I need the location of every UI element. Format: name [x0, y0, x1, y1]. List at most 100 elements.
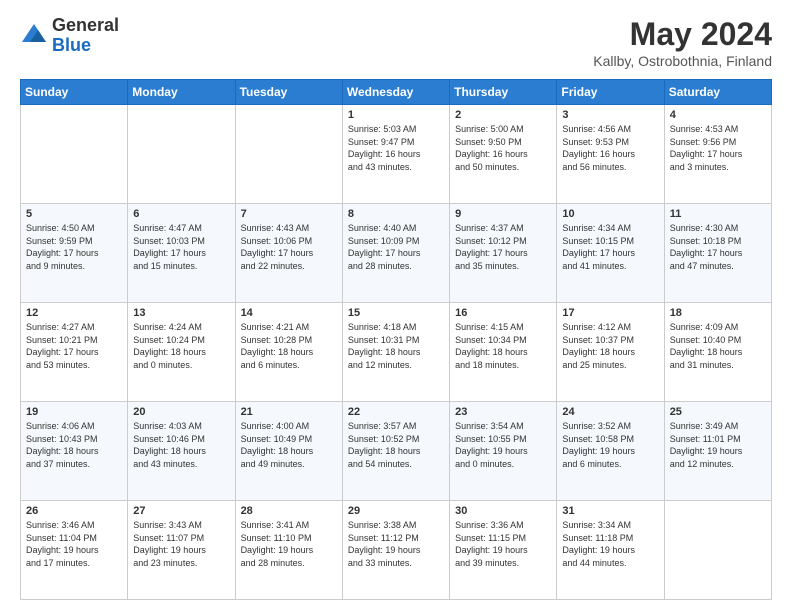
logo-blue: Blue [52, 36, 119, 56]
col-sunday: Sunday [21, 80, 128, 105]
calendar-day-cell: 29 Sunrise: 3:38 AMSunset: 11:12 PMDaylig… [342, 501, 449, 600]
day-number: 27 [133, 505, 229, 517]
day-info: Sunrise: 4:37 AMSunset: 10:12 PMDaylight… [455, 222, 551, 272]
title-area: May 2024 Kallby, Ostrobothnia, Finland [593, 16, 772, 69]
day-number: 8 [348, 208, 444, 220]
calendar-header-row: Sunday Monday Tuesday Wednesday Thursday… [21, 80, 772, 105]
day-number: 21 [241, 406, 337, 418]
day-number: 1 [348, 109, 444, 121]
day-number: 18 [670, 307, 766, 319]
day-number: 12 [26, 307, 122, 319]
day-info: Sunrise: 4:47 AMSunset: 10:03 PMDaylight… [133, 222, 229, 272]
col-thursday: Thursday [450, 80, 557, 105]
day-info: Sunrise: 4:30 AMSunset: 10:18 PMDaylight… [670, 222, 766, 272]
day-info: Sunrise: 5:03 AMSunset: 9:47 PMDaylight:… [348, 123, 444, 173]
day-number: 24 [562, 406, 658, 418]
calendar-week-row: 5 Sunrise: 4:50 AMSunset: 9:59 PMDaylight… [21, 204, 772, 303]
calendar-day-cell: 23Sunrise: 3:54 AMSunset: 10:55 PMDaylig… [450, 402, 557, 501]
day-number: 31 [562, 505, 658, 517]
day-info: Sunrise: 4:40 AMSunset: 10:09 PMDaylight… [348, 222, 444, 272]
calendar-day-cell: 4 Sunrise: 4:53 AMSunset: 9:56 PMDaylight… [664, 105, 771, 204]
day-number: 17 [562, 307, 658, 319]
subtitle: Kallby, Ostrobothnia, Finland [593, 53, 772, 69]
day-number: 29 [348, 505, 444, 517]
calendar-day-cell: 22 Sunrise: 3:57 AMSunset: 10:52 PMDaylig… [342, 402, 449, 501]
calendar-day-cell: 18 Sunrise: 4:09 AMSunset: 10:40 PMDaylig… [664, 303, 771, 402]
day-info: Sunrise: 3:36 AMSunset: 11:15 PMDaylight… [455, 519, 551, 569]
day-number: 16 [455, 307, 551, 319]
col-tuesday: Tuesday [235, 80, 342, 105]
day-info: Sunrise: 4:03 AMSunset: 10:46 PMDaylight… [133, 420, 229, 470]
calendar-day-cell: 9Sunrise: 4:37 AMSunset: 10:12 PMDayligh… [450, 204, 557, 303]
day-info: Sunrise: 3:49 AMSunset: 11:01 PMDaylight… [670, 420, 766, 470]
calendar-day-cell: 3 Sunrise: 4:56 AMSunset: 9:53 PMDaylight… [557, 105, 664, 204]
logo-icon [20, 22, 48, 50]
col-saturday: Saturday [664, 80, 771, 105]
calendar-day-cell: 1 Sunrise: 5:03 AMSunset: 9:47 PMDaylight… [342, 105, 449, 204]
day-number: 25 [670, 406, 766, 418]
logo-text: General Blue [52, 16, 119, 56]
day-info: Sunrise: 4:56 AMSunset: 9:53 PMDaylight:… [562, 123, 658, 173]
day-info: Sunrise: 4:09 AMSunset: 10:40 PMDaylight… [670, 321, 766, 371]
day-info: Sunrise: 3:46 AMSunset: 11:04 PMDaylight… [26, 519, 122, 569]
calendar-day-cell: 27Sunrise: 3:43 AMSunset: 11:07 PMDaylig… [128, 501, 235, 600]
col-wednesday: Wednesday [342, 80, 449, 105]
day-info: Sunrise: 4:12 AMSunset: 10:37 PMDaylight… [562, 321, 658, 371]
calendar-day-cell: 8 Sunrise: 4:40 AMSunset: 10:09 PMDayligh… [342, 204, 449, 303]
day-info: Sunrise: 3:41 AMSunset: 11:10 PMDaylight… [241, 519, 337, 569]
calendar-week-row: 26Sunrise: 3:46 AMSunset: 11:04 PMDaylig… [21, 501, 772, 600]
calendar-day-cell: 11 Sunrise: 4:30 AMSunset: 10:18 PMDaylig… [664, 204, 771, 303]
day-info: Sunrise: 3:57 AMSunset: 10:52 PMDaylight… [348, 420, 444, 470]
day-number: 10 [562, 208, 658, 220]
day-info: Sunrise: 4:43 AMSunset: 10:06 PMDaylight… [241, 222, 337, 272]
calendar-day-cell [235, 105, 342, 204]
day-info: Sunrise: 4:34 AMSunset: 10:15 PMDaylight… [562, 222, 658, 272]
calendar-day-cell [128, 105, 235, 204]
day-number: 30 [455, 505, 551, 517]
calendar-day-cell: 21Sunrise: 4:00 AMSunset: 10:49 PMDaylig… [235, 402, 342, 501]
calendar-day-cell: 2 Sunrise: 5:00 AMSunset: 9:50 PMDaylight… [450, 105, 557, 204]
day-info: Sunrise: 4:24 AMSunset: 10:24 PMDaylight… [133, 321, 229, 371]
day-number: 19 [26, 406, 122, 418]
calendar-day-cell: 30 Sunrise: 3:36 AMSunset: 11:15 PMDaylig… [450, 501, 557, 600]
day-info: Sunrise: 4:50 AMSunset: 9:59 PMDaylight:… [26, 222, 122, 272]
calendar-day-cell: 6Sunrise: 4:47 AMSunset: 10:03 PMDayligh… [128, 204, 235, 303]
day-info: Sunrise: 4:18 AMSunset: 10:31 PMDaylight… [348, 321, 444, 371]
day-number: 15 [348, 307, 444, 319]
day-info: Sunrise: 4:06 AMSunset: 10:43 PMDaylight… [26, 420, 122, 470]
calendar-table: Sunday Monday Tuesday Wednesday Thursday… [20, 79, 772, 600]
calendar-day-cell: 25 Sunrise: 3:49 AMSunset: 11:01 PMDaylig… [664, 402, 771, 501]
calendar-week-row: 1 Sunrise: 5:03 AMSunset: 9:47 PMDaylight… [21, 105, 772, 204]
day-number: 23 [455, 406, 551, 418]
day-number: 11 [670, 208, 766, 220]
day-number: 5 [26, 208, 122, 220]
calendar-day-cell: 14Sunrise: 4:21 AMSunset: 10:28 PMDaylig… [235, 303, 342, 402]
day-info: Sunrise: 5:00 AMSunset: 9:50 PMDaylight:… [455, 123, 551, 173]
day-number: 14 [241, 307, 337, 319]
calendar-day-cell: 28 Sunrise: 3:41 AMSunset: 11:10 PMDaylig… [235, 501, 342, 600]
calendar-day-cell: 13Sunrise: 4:24 AMSunset: 10:24 PMDaylig… [128, 303, 235, 402]
calendar-day-cell: 7 Sunrise: 4:43 AMSunset: 10:06 PMDayligh… [235, 204, 342, 303]
day-number: 22 [348, 406, 444, 418]
calendar-day-cell: 31Sunrise: 3:34 AMSunset: 11:18 PMDaylig… [557, 501, 664, 600]
calendar-day-cell: 5 Sunrise: 4:50 AMSunset: 9:59 PMDaylight… [21, 204, 128, 303]
calendar-day-cell: 19 Sunrise: 4:06 AMSunset: 10:43 PMDaylig… [21, 402, 128, 501]
col-monday: Monday [128, 80, 235, 105]
day-info: Sunrise: 3:52 AMSunset: 10:58 PMDaylight… [562, 420, 658, 470]
day-info: Sunrise: 4:27 AMSunset: 10:21 PMDaylight… [26, 321, 122, 371]
day-number: 28 [241, 505, 337, 517]
calendar-day-cell: 10 Sunrise: 4:34 AMSunset: 10:15 PMDaylig… [557, 204, 664, 303]
day-info: Sunrise: 4:53 AMSunset: 9:56 PMDaylight:… [670, 123, 766, 173]
day-info: Sunrise: 3:38 AMSunset: 11:12 PMDaylight… [348, 519, 444, 569]
main-title: May 2024 [593, 16, 772, 53]
header: General Blue May 2024 Kallby, Ostrobothn… [20, 16, 772, 69]
day-number: 3 [562, 109, 658, 121]
col-friday: Friday [557, 80, 664, 105]
calendar-day-cell: 15 Sunrise: 4:18 AMSunset: 10:31 PMDaylig… [342, 303, 449, 402]
day-number: 4 [670, 109, 766, 121]
day-number: 2 [455, 109, 551, 121]
logo-general: General [52, 16, 119, 36]
calendar-day-cell: 24 Sunrise: 3:52 AMSunset: 10:58 PMDaylig… [557, 402, 664, 501]
page: General Blue May 2024 Kallby, Ostrobothn… [0, 0, 792, 612]
day-number: 7 [241, 208, 337, 220]
